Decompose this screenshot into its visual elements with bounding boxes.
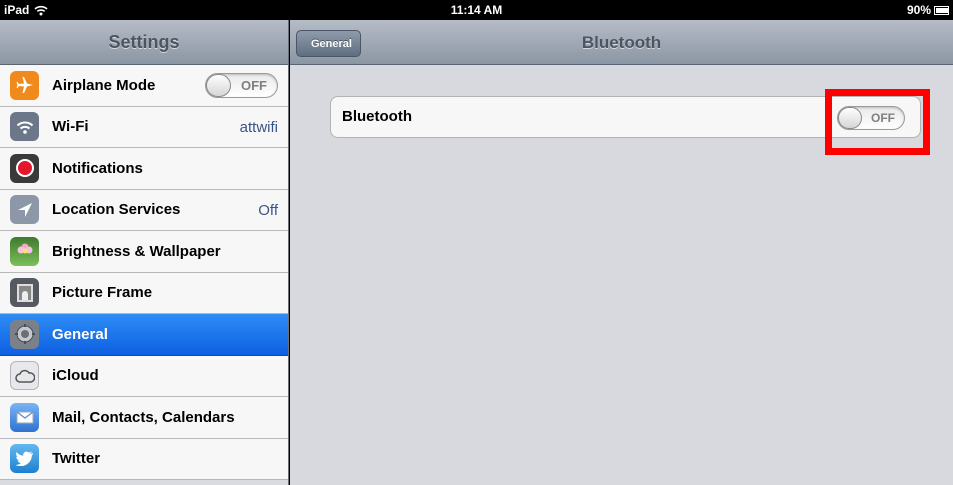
toggle-knob	[206, 74, 231, 97]
status-bar: iPad 11:14 AM 90%	[0, 0, 953, 20]
page-title: Bluetooth	[581, 33, 662, 52]
settings-row-wifi[interactable]: Wi-Fi attwifi	[0, 106, 288, 148]
battery-percent: 90%	[906, 3, 931, 17]
row-label: Mail, Contacts, Calendars	[52, 408, 235, 426]
battery-icon	[934, 5, 949, 15]
row-label: Twitter	[52, 450, 101, 468]
settings-row-notifications[interactable]: Notifications	[0, 148, 288, 190]
settings-row-location-services[interactable]: Location Services Off	[0, 189, 288, 231]
settings-row-icloud[interactable]: iCloud	[0, 355, 288, 397]
row-label: Wi-Fi	[52, 118, 89, 136]
clock: 11:14 AM	[450, 3, 503, 17]
notifications-icon	[10, 153, 39, 183]
mail-icon	[10, 402, 39, 432]
row-label: Picture Frame	[52, 284, 153, 302]
row-label: iCloud	[52, 367, 99, 385]
twitter-bird-icon	[10, 444, 39, 474]
settings-master-pane: Settings Airplane Mode OFF Wi-Fi attwifi…	[0, 20, 289, 485]
location-arrow-icon	[10, 195, 39, 225]
settings-row-general[interactable]: General	[0, 314, 288, 356]
gear-icon	[10, 319, 39, 349]
row-label: General	[52, 325, 108, 343]
row-label: Location Services	[52, 201, 181, 219]
detail-nav-bar: General Bluetooth	[290, 20, 953, 65]
picture-frame-icon	[10, 278, 39, 308]
toggle-state: OFF	[241, 78, 267, 93]
wifi-network-value: attwifi	[239, 118, 278, 136]
bluetooth-row-label: Bluetooth	[342, 108, 412, 125]
airplane-icon	[10, 70, 39, 100]
row-label: Brightness & Wallpaper	[52, 242, 221, 260]
settings-title: Settings	[108, 32, 180, 52]
settings-row-picture-frame[interactable]: Picture Frame	[0, 272, 288, 314]
settings-row-mail-contacts-calendars[interactable]: Mail, Contacts, Calendars	[0, 397, 288, 439]
settings-row-airplane-mode[interactable]: Airplane Mode OFF	[0, 65, 288, 107]
cloud-icon	[10, 361, 39, 391]
brightness-flower-icon	[10, 236, 39, 266]
highlight-box	[825, 89, 930, 155]
airplane-mode-toggle[interactable]: OFF	[205, 73, 278, 98]
location-services-value: Off	[258, 201, 278, 219]
row-label: Notifications	[52, 159, 143, 177]
wifi-icon	[10, 112, 39, 142]
settings-nav-bar: Settings	[0, 20, 288, 65]
settings-row-brightness-wallpaper[interactable]: Brightness & Wallpaper	[0, 231, 288, 273]
settings-row-twitter[interactable]: Twitter	[0, 438, 288, 480]
row-label: Airplane Mode	[52, 76, 156, 94]
